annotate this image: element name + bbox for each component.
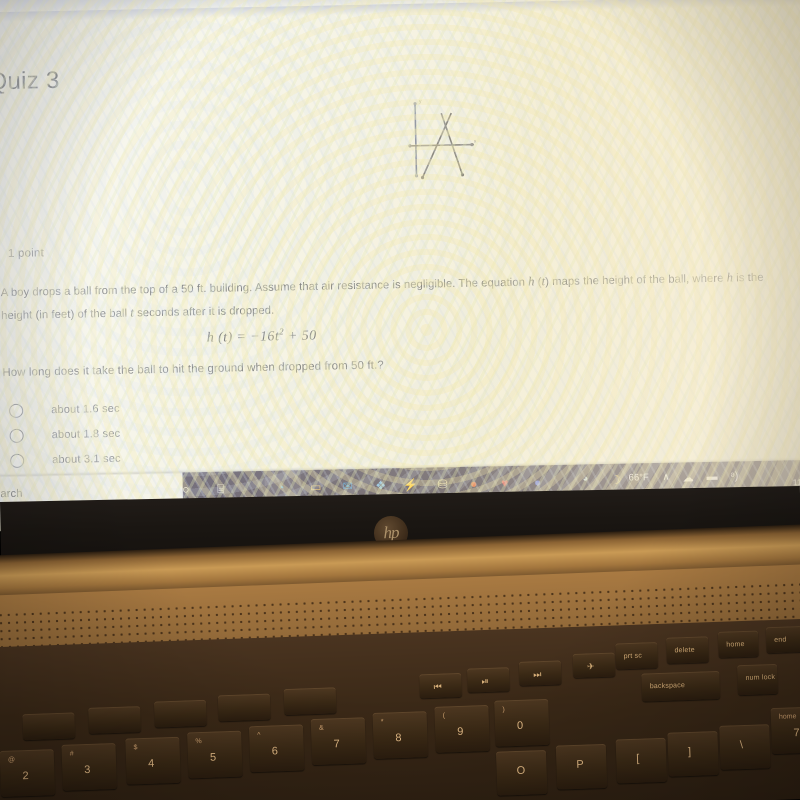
question-text-seg1: A boy drops a ball from the top of a 50 …	[0, 276, 529, 300]
key-number-3-1: 3	[84, 763, 91, 777]
equation-equals: =	[236, 329, 247, 346]
media-key-glyph-3: ✈	[586, 661, 595, 672]
clock-time: 7:52 PM	[792, 463, 800, 476]
key-label-backspace: backspace	[649, 682, 686, 691]
key-[[interactable]	[615, 737, 668, 784]
key-symbol-3-1: #	[69, 750, 74, 758]
key-label-prt-sc: prt sc	[623, 652, 643, 661]
function-key-3[interactable]	[217, 693, 271, 722]
equation-rhs-a: −16t	[250, 329, 280, 345]
question-text-seg5: seconds after it is dropped.	[133, 304, 275, 320]
key-number-7-9: 7	[793, 727, 800, 740]
question-text-seg3: ) maps the height of the ball, where	[545, 272, 727, 289]
battery-icon[interactable]: ▬	[706, 471, 717, 483]
media-key-glyph-0: ⏮	[433, 681, 443, 692]
svg-text:y: y	[419, 99, 422, 105]
point-row: 1 point	[0, 236, 390, 270]
equation-lhs: h (t)	[206, 330, 233, 346]
option-label-2: about 3.1 sec	[52, 452, 121, 466]
key-number-7-5: 7	[333, 738, 340, 751]
key-number-4-2: 4	[147, 757, 155, 770]
search-placeholder: o search	[0, 487, 23, 500]
key-number-6-4: 6	[271, 745, 279, 758]
point-label: 1 point	[7, 247, 45, 260]
key-symbol-4-2: $	[133, 744, 138, 752]
key-label-end: end	[774, 636, 787, 644]
onedrive-icon[interactable]: ☁	[682, 471, 694, 484]
equation-rhs-b: + 50	[287, 328, 317, 345]
key-symbol-6-4: ^	[257, 731, 261, 740]
laptop-keyboard: prt sc delete home end backspace num lock ⏮ ⏯ ⏭ ✈…	[0, 617, 800, 800]
option-label-1: about 1.8 sec	[51, 427, 121, 441]
key-symbol-0-8: )	[502, 706, 505, 714]
key-number-9-7: 9	[457, 725, 464, 739]
radio-button-1[interactable]	[9, 428, 24, 443]
volume-icon[interactable]: ᵊ)	[730, 470, 738, 482]
weather-partly-cloudy-icon[interactable]: ◕	[583, 473, 589, 484]
key-label-home: home	[726, 640, 745, 649]
radio-button-2[interactable]	[9, 453, 25, 468]
key-symbol-2-0: @	[7, 756, 16, 764]
key-symbol-9-7: (	[442, 712, 446, 720]
media-key-glyph-2: ⏭	[533, 669, 542, 680]
function-key-1[interactable]	[88, 706, 142, 734]
media-key-glyph-1: ⏯	[481, 675, 490, 687]
key-symbol-8-6: *	[380, 718, 384, 726]
taskbar-clock[interactable]: 7:52 PM 11/15/2021	[792, 463, 800, 488]
option-row-1[interactable]: about 1.8 sec	[9, 421, 120, 448]
question-body: A boy drops a ball from the top of a 50 …	[1, 265, 792, 350]
key-][interactable]	[667, 730, 719, 777]
screen-warm-tint	[443, 0, 800, 523]
key-letter-]: ]	[687, 745, 692, 758]
function-key-0[interactable]	[22, 712, 76, 741]
key-\[interactable]	[719, 724, 771, 770]
function-key-4[interactable]	[283, 687, 337, 716]
key-number-5-3: 5	[209, 751, 217, 764]
key-number-2-0: 2	[22, 770, 29, 783]
key-number-0-8: 0	[516, 719, 524, 732]
key-letter-[: [	[636, 752, 640, 765]
key-label-delete: delete	[674, 646, 695, 655]
question-prompt: How long does it take the ball to hit th…	[2, 359, 384, 380]
laptop-screen: Return N Quiz 3 y x 1 point A boy drop	[0, 0, 800, 532]
key-number-8-6: 8	[395, 731, 402, 745]
key-symbol-7-9: home	[778, 713, 797, 721]
quiz-title: Quiz 3	[0, 66, 60, 96]
moon-icon: ☽	[610, 472, 622, 487]
key-symbol-7-5: &	[318, 724, 324, 732]
equation-exponent: 2	[278, 326, 285, 337]
coordinate-axes-figure: y x	[408, 99, 477, 180]
laptop-photo-scene: Return N Quiz 3 y x 1 point A boy drop	[0, 0, 800, 800]
radio-button-0[interactable]	[8, 403, 24, 418]
key-symbol-5-3: %	[195, 737, 202, 746]
key-letter-P: P	[576, 758, 584, 771]
svg-text:x: x	[474, 139, 477, 145]
option-row-2[interactable]: about 3.1 sec	[9, 446, 121, 473]
show-hidden-icons-chevron[interactable]: ∧	[662, 472, 669, 483]
key-letter-\: \	[739, 739, 744, 752]
temperature-label: 66°F	[628, 472, 649, 484]
key-label-num-lock: num lock	[745, 673, 776, 682]
key-letter-O: O	[516, 764, 526, 777]
option-row-0[interactable]: about 1.6 sec	[8, 396, 120, 423]
option-label-0: about 1.6 sec	[51, 402, 120, 416]
function-key-2[interactable]	[153, 699, 207, 728]
